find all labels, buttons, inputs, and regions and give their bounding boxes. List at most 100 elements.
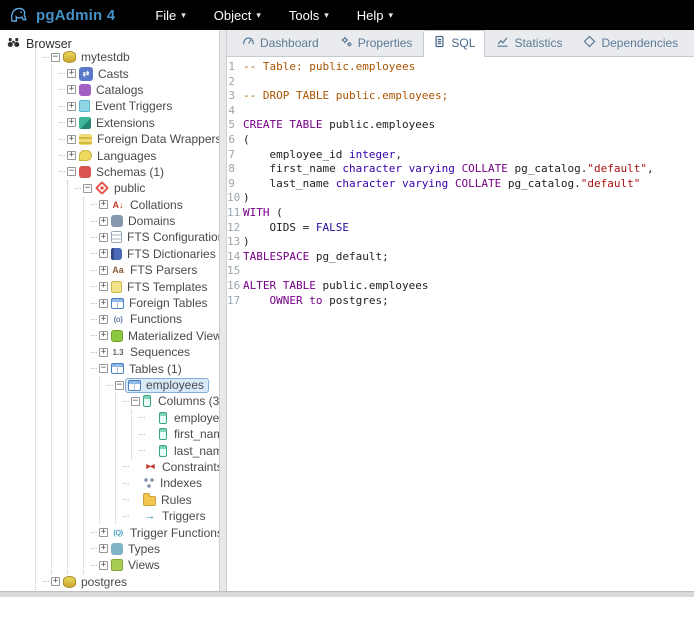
code-line-text: last_name character varying COLLATE pg_c… — [243, 177, 640, 192]
expand-toggle-icon[interactable]: − — [83, 184, 92, 193]
tree-item-tables-1[interactable]: −Tables (1) — [91, 360, 219, 376]
tree-item-foreign-tables[interactable]: +Foreign Tables — [91, 295, 219, 311]
code-line: 14TABLESPACE pg_default; — [227, 250, 694, 265]
table-icon — [111, 363, 124, 374]
code-line-text: OWNER to postgres; — [243, 294, 389, 309]
window-bottom-edge — [0, 591, 694, 597]
event-triggers-icon — [79, 100, 90, 112]
expand-toggle-icon[interactable]: − — [115, 381, 124, 390]
tree-item-constraints[interactable]: ▶◀Constraints — [123, 459, 219, 475]
line-number: 9 — [227, 177, 243, 192]
tab-dependents[interactable]: Dependents — [689, 30, 694, 56]
tree-item-materialized-views[interactable]: +Materialized Views — [91, 328, 219, 344]
menu-file[interactable]: File▾ — [141, 4, 199, 27]
code-line: 5CREATE TABLE public.employees — [227, 118, 694, 133]
expand-toggle-icon[interactable]: + — [99, 331, 108, 340]
code-line-text: OIDS = FALSE — [243, 221, 349, 236]
dashboard-icon — [242, 35, 255, 51]
expand-toggle-icon[interactable]: − — [67, 167, 76, 176]
expand-toggle-icon[interactable]: + — [67, 102, 76, 111]
expand-toggle-icon[interactable]: + — [99, 282, 108, 291]
expand-toggle-icon[interactable]: + — [99, 299, 108, 308]
tree-item-rules[interactable]: Rules — [123, 492, 219, 508]
tree-item-domains[interactable]: +Domains — [91, 213, 219, 229]
code-line: 11WITH ( — [227, 206, 694, 221]
panel-splitter[interactable] — [219, 30, 227, 591]
menu-tools[interactable]: Tools▾ — [275, 4, 343, 27]
line-number: 12 — [227, 221, 243, 236]
menu-help[interactable]: Help▾ — [343, 4, 407, 27]
expand-toggle-icon[interactable]: + — [99, 233, 108, 242]
tree-item-extensions[interactable]: +Extensions — [59, 115, 219, 131]
tree-item-label: Types — [127, 542, 160, 556]
table-icon — [128, 380, 141, 391]
expand-toggle-icon[interactable]: − — [51, 53, 60, 62]
expand-toggle-icon[interactable]: + — [99, 266, 108, 275]
tree-item-fts-configurations[interactable]: +FTS Configurations — [91, 229, 219, 245]
tree-item-employees[interactable]: −employees — [107, 377, 219, 393]
selected-node-highlight: employees — [125, 378, 209, 393]
tree-item-last-name[interactable]: last_name — [139, 442, 219, 458]
tree-item-label: Triggers — [161, 509, 206, 523]
tree-item-fts-parsers[interactable]: +AaFTS Parsers — [91, 262, 219, 278]
tree-item-indexes[interactable]: Indexes — [123, 475, 219, 491]
tree-item-schemas-1[interactable]: −Schemas (1) — [59, 164, 219, 180]
expand-toggle-icon[interactable]: + — [67, 135, 76, 144]
tree-item-fts-dictionaries[interactable]: +FTS Dictionaries — [91, 246, 219, 262]
schemas-icon — [79, 166, 91, 178]
tree-item-public[interactable]: −public — [75, 180, 219, 196]
tree-item-sequences[interactable]: +1.3Sequences — [91, 344, 219, 360]
tree-item-first-name[interactable]: first_name — [139, 426, 219, 442]
expand-toggle-icon[interactable]: + — [99, 561, 108, 570]
tree-item-collations[interactable]: +A↓Collations — [91, 197, 219, 213]
chevron-down-icon: ▾ — [324, 10, 329, 21]
tree-item-postgres[interactable]: +postgres — [43, 574, 219, 590]
code-line: 6( — [227, 133, 694, 148]
tree-item-catalogs[interactable]: +Catalogs — [59, 82, 219, 98]
tree-item-fts-templates[interactable]: +FTS Templates — [91, 278, 219, 294]
expand-toggle-icon[interactable]: + — [67, 69, 76, 78]
foreign-tables-icon — [111, 298, 124, 309]
expand-toggle-icon[interactable]: + — [99, 544, 108, 553]
sql-editor[interactable]: 1-- Table: public.employees23-- DROP TAB… — [227, 57, 694, 591]
tree-item-mytestdb[interactable]: −mytestdb — [43, 49, 219, 65]
tree-branch: employee_idfirst_namelast_name — [131, 410, 219, 459]
expand-toggle-icon[interactable]: − — [99, 364, 108, 373]
tab-sql[interactable]: SQL — [423, 30, 485, 57]
tree-item-views[interactable]: +Views — [91, 557, 219, 573]
expand-toggle-icon[interactable]: + — [67, 118, 76, 127]
tab-dashboard[interactable]: Dashboard — [232, 30, 329, 56]
menu-label: Object — [214, 8, 252, 23]
expand-toggle-icon[interactable]: + — [99, 528, 108, 537]
line-number: 11 — [227, 206, 243, 221]
tree-item-languages[interactable]: +Languages — [59, 147, 219, 163]
menu-object[interactable]: Object ▾ — [200, 4, 275, 27]
tab-dependencies[interactable]: Dependencies — [573, 30, 688, 56]
expand-toggle-icon[interactable]: + — [99, 249, 108, 258]
tree-item-functions[interactable]: +(o)Functions — [91, 311, 219, 327]
expand-toggle-icon[interactable]: + — [99, 348, 108, 357]
expand-toggle-icon[interactable]: + — [99, 315, 108, 324]
tree-item-event-triggers[interactable]: +Event Triggers — [59, 98, 219, 114]
languages-icon — [79, 150, 92, 161]
expand-toggle-icon[interactable]: + — [67, 151, 76, 160]
tree-item-foreign-data-wrappers[interactable]: +Foreign Data Wrappers — [59, 131, 219, 147]
tree-item-employee-id[interactable]: employee_id — [139, 410, 219, 426]
tab-statistics[interactable]: Statistics — [486, 30, 572, 56]
main-panel: DashboardPropertiesSQLStatisticsDependen… — [227, 30, 694, 591]
tree-item-triggers[interactable]: →Triggers — [123, 508, 219, 524]
tab-properties[interactable]: Properties — [330, 30, 423, 56]
tree-item-trigger-functions[interactable]: +(Q)Trigger Functions — [91, 524, 219, 540]
expand-toggle-icon[interactable]: − — [131, 397, 140, 406]
expand-toggle-icon[interactable]: + — [99, 200, 108, 209]
expand-toggle-icon[interactable]: + — [99, 217, 108, 226]
tree-item-columns-3[interactable]: −Columns (3) — [123, 393, 219, 409]
tree-item-types[interactable]: + Types — [91, 541, 219, 557]
chevron-down-icon: ▾ — [256, 10, 261, 21]
code-line: 13) — [227, 235, 694, 250]
line-number: 5 — [227, 118, 243, 133]
expand-toggle-icon[interactable]: + — [51, 577, 60, 586]
constraints-icon: ▶◀ — [143, 460, 157, 474]
expand-toggle-icon[interactable]: + — [67, 85, 76, 94]
tree-item-casts[interactable]: +⇄Casts — [59, 65, 219, 81]
